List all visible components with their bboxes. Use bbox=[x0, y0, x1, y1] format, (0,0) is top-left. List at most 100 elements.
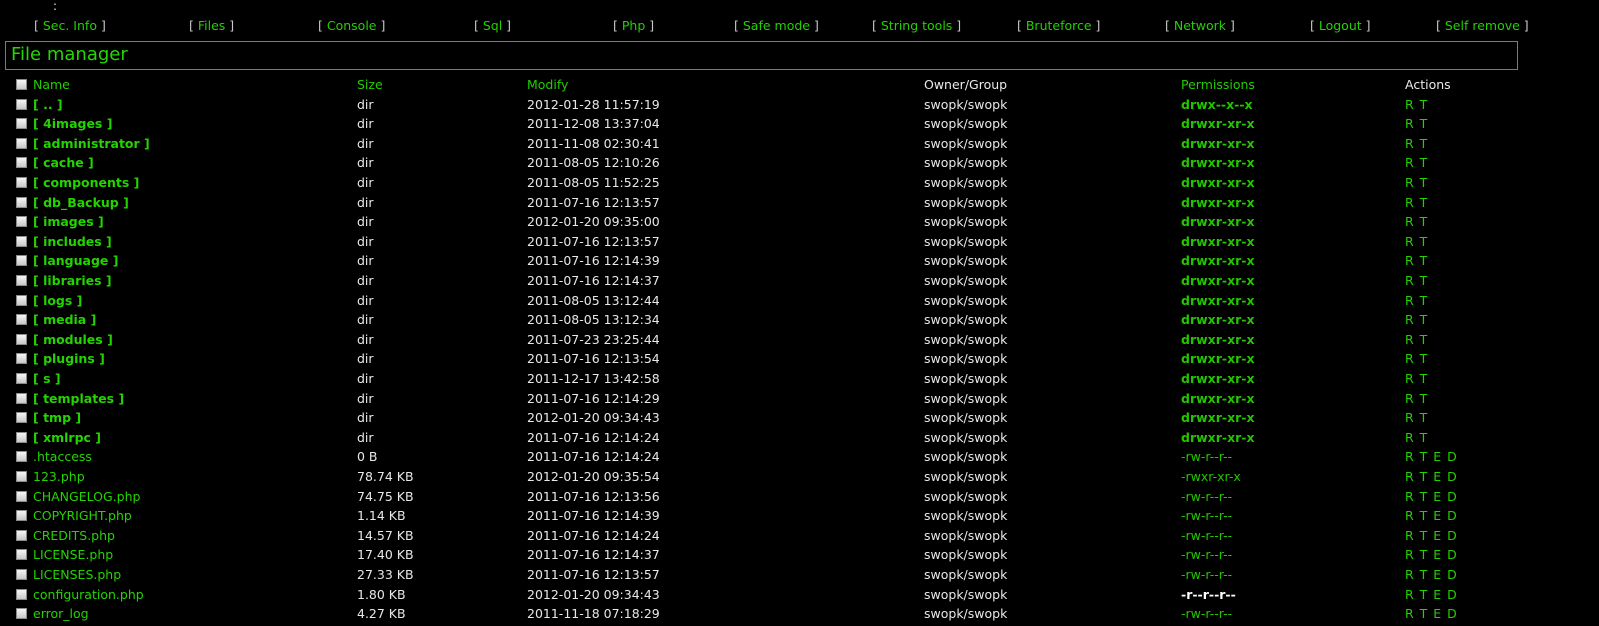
row-actions[interactable]: R T E D bbox=[1405, 565, 1458, 584]
permissions-link[interactable]: -rw-r--r-- bbox=[1181, 526, 1232, 545]
directory-link[interactable]: [ tmp ] bbox=[33, 408, 81, 427]
row-checkbox[interactable] bbox=[16, 98, 27, 110]
row-checkbox[interactable] bbox=[16, 294, 27, 306]
row-actions[interactable]: R T bbox=[1405, 330, 1428, 349]
menu-item-label[interactable]: Network bbox=[1174, 18, 1226, 33]
row-checkbox[interactable] bbox=[16, 529, 27, 541]
menu-item-console[interactable]: [ Console ] bbox=[318, 17, 385, 35]
menu-item-label[interactable]: Files bbox=[198, 18, 225, 33]
menu-item-logout[interactable]: [ Logout ] bbox=[1310, 17, 1371, 35]
row-actions[interactable]: R T bbox=[1405, 389, 1428, 408]
directory-link[interactable]: [ db_Backup ] bbox=[33, 193, 129, 212]
row-actions[interactable]: R T bbox=[1405, 114, 1428, 133]
permissions-link[interactable]: drwxr-xr-x bbox=[1181, 330, 1255, 349]
row-checkbox[interactable] bbox=[16, 314, 27, 326]
menu-item-network[interactable]: [ Network ] bbox=[1165, 17, 1235, 35]
row-actions[interactable]: R T bbox=[1405, 212, 1428, 231]
menu-item-php[interactable]: [ Php ] bbox=[613, 17, 654, 35]
row-actions[interactable]: R T bbox=[1405, 251, 1428, 270]
permissions-link[interactable]: drwxr-xr-x bbox=[1181, 408, 1255, 427]
row-checkbox[interactable] bbox=[16, 549, 27, 561]
row-checkbox[interactable] bbox=[16, 471, 27, 482]
permissions-link[interactable]: drwxr-xr-x bbox=[1181, 232, 1255, 251]
file-link[interactable]: LICENSE.php bbox=[33, 545, 113, 564]
column-header-modify[interactable]: Modify bbox=[527, 75, 568, 94]
directory-link[interactable]: [ 4images ] bbox=[33, 114, 112, 133]
row-actions[interactable]: R T bbox=[1405, 310, 1428, 329]
permissions-link[interactable]: -rwxr-xr-x bbox=[1181, 467, 1241, 486]
menu-item-self-remove[interactable]: [ Self remove ] bbox=[1436, 17, 1529, 35]
row-actions[interactable]: R T bbox=[1405, 95, 1428, 114]
row-actions[interactable]: R T E D bbox=[1405, 526, 1458, 545]
row-checkbox[interactable] bbox=[16, 431, 27, 443]
directory-link[interactable]: [ includes ] bbox=[33, 232, 112, 251]
permissions-link[interactable]: drwxr-xr-x bbox=[1181, 212, 1255, 231]
directory-link[interactable]: [ libraries ] bbox=[33, 271, 112, 290]
permissions-link[interactable]: drwxr-xr-x bbox=[1181, 310, 1255, 329]
row-actions[interactable]: R T bbox=[1405, 134, 1428, 153]
permissions-link[interactable]: -rw-r--r-- bbox=[1181, 565, 1232, 584]
row-checkbox[interactable] bbox=[16, 177, 27, 188]
file-link[interactable]: .htaccess bbox=[33, 447, 92, 466]
permissions-link[interactable]: drwxr-xr-x bbox=[1181, 153, 1255, 172]
row-actions[interactable]: R T E D bbox=[1405, 545, 1458, 564]
menu-item-label[interactable]: Sql bbox=[483, 18, 502, 33]
row-actions[interactable]: R T bbox=[1405, 349, 1428, 368]
file-link[interactable]: error_log bbox=[33, 604, 89, 623]
row-actions[interactable]: R T bbox=[1405, 153, 1428, 172]
row-checkbox[interactable] bbox=[16, 118, 27, 130]
row-checkbox[interactable] bbox=[16, 451, 27, 463]
permissions-link[interactable]: drwx--x--x bbox=[1181, 95, 1253, 114]
column-header-permissions[interactable]: Permissions bbox=[1181, 75, 1255, 94]
row-actions[interactable]: R T bbox=[1405, 291, 1428, 310]
row-checkbox[interactable] bbox=[16, 333, 27, 345]
menu-item-sec-info[interactable]: [ Sec. Info ] bbox=[34, 17, 106, 35]
directory-link[interactable]: [ language ] bbox=[33, 251, 118, 270]
file-link[interactable]: CHANGELOG.php bbox=[33, 487, 140, 506]
row-actions[interactable]: R T bbox=[1405, 408, 1428, 427]
row-actions[interactable]: R T E D bbox=[1405, 604, 1458, 623]
row-actions[interactable]: R T E D bbox=[1405, 447, 1458, 466]
directory-link[interactable]: [ logs ] bbox=[33, 291, 82, 310]
row-actions[interactable]: R T E D bbox=[1405, 585, 1458, 604]
row-checkbox[interactable] bbox=[16, 157, 27, 169]
column-header-name[interactable]: Name bbox=[33, 75, 70, 94]
menu-item-files[interactable]: [ Files ] bbox=[189, 17, 234, 35]
menu-item-label[interactable]: Logout bbox=[1319, 18, 1362, 33]
row-checkbox[interactable] bbox=[16, 353, 27, 365]
directory-link[interactable]: [ media ] bbox=[33, 310, 96, 329]
permissions-link[interactable]: -rw-r--r-- bbox=[1181, 506, 1232, 525]
row-checkbox[interactable] bbox=[16, 255, 27, 267]
menu-item-label[interactable]: Self remove bbox=[1445, 18, 1520, 33]
permissions-link[interactable]: drwxr-xr-x bbox=[1181, 114, 1255, 133]
row-checkbox[interactable] bbox=[16, 569, 27, 580]
permissions-link[interactable]: drwxr-xr-x bbox=[1181, 389, 1255, 408]
menu-item-bruteforce[interactable]: [ Bruteforce ] bbox=[1017, 17, 1100, 35]
directory-link[interactable]: [ modules ] bbox=[33, 330, 113, 349]
file-link[interactable]: CREDITS.php bbox=[33, 526, 115, 545]
directory-link[interactable]: [ templates ] bbox=[33, 389, 124, 408]
row-checkbox[interactable] bbox=[16, 588, 27, 600]
menu-item-label[interactable]: Console bbox=[327, 18, 377, 33]
permissions-link[interactable]: -rw-r--r-- bbox=[1181, 487, 1232, 506]
file-link[interactable]: LICENSES.php bbox=[33, 565, 121, 584]
directory-link[interactable]: [ xmlrpc ] bbox=[33, 428, 101, 447]
menu-item-label[interactable]: Sec. Info bbox=[43, 18, 97, 33]
permissions-link[interactable]: drwxr-xr-x bbox=[1181, 369, 1255, 388]
row-checkbox[interactable] bbox=[16, 373, 27, 384]
directory-link[interactable]: [ s ] bbox=[33, 369, 61, 388]
row-checkbox[interactable] bbox=[16, 196, 27, 208]
row-actions[interactable]: R T E D bbox=[1405, 467, 1458, 486]
column-header-size[interactable]: Size bbox=[357, 75, 383, 94]
permissions-link[interactable]: drwxr-xr-x bbox=[1181, 349, 1255, 368]
menu-item-label[interactable]: Bruteforce bbox=[1026, 18, 1092, 33]
menu-item-label[interactable]: Safe mode bbox=[743, 18, 810, 33]
row-actions[interactable]: R T bbox=[1405, 271, 1428, 290]
row-checkbox[interactable] bbox=[16, 235, 27, 247]
file-link[interactable]: configuration.php bbox=[33, 585, 144, 604]
menu-item-label[interactable]: Php bbox=[622, 18, 645, 33]
row-actions[interactable]: R T bbox=[1405, 369, 1428, 388]
permissions-link[interactable]: drwxr-xr-x bbox=[1181, 251, 1255, 270]
permissions-link[interactable]: drwxr-xr-x bbox=[1181, 134, 1255, 153]
row-checkbox[interactable] bbox=[16, 608, 27, 620]
